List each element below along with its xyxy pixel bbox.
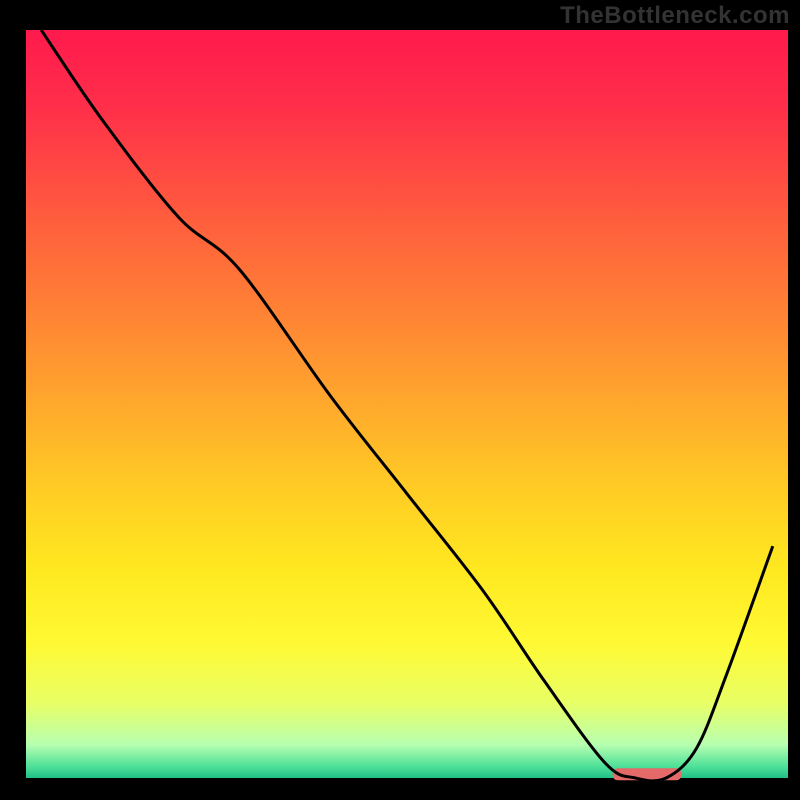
chart-svg bbox=[0, 0, 800, 800]
watermark-text: TheBottleneck.com bbox=[560, 2, 790, 30]
plot-background bbox=[26, 30, 788, 778]
chart-container: { "watermark": "TheBottleneck.com", "cha… bbox=[0, 0, 800, 800]
